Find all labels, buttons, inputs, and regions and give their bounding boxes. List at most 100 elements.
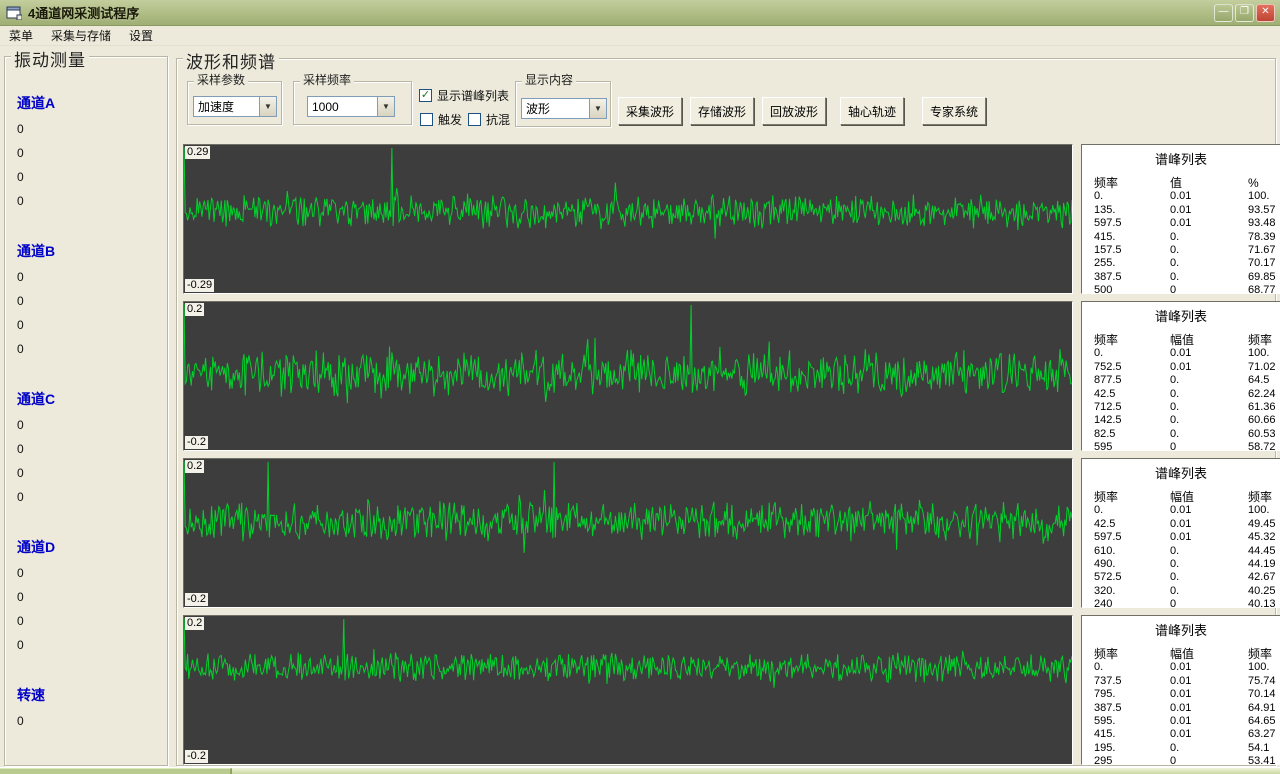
peak-cell: 597.5 (1094, 531, 1122, 544)
close-button[interactable]: ✕ (1256, 3, 1275, 22)
peak-col-header: 幅值 (1170, 333, 1195, 347)
peak-cell: 0 (1170, 598, 1177, 608)
peak-col-header: 频率 (1248, 333, 1273, 347)
peak-col-header: 频率 (1248, 647, 1273, 661)
y-max-label: 0.29 (185, 146, 211, 159)
peak-cell: 0.01 (1170, 360, 1192, 373)
menu-item[interactable]: 设置 (120, 25, 162, 46)
peak-list-rows: 0. 0.01 100. 135. 0.01 93.57 597.5 0.01 93.48 415… (1082, 190, 1280, 293)
restore-button[interactable]: ❐ (1235, 3, 1254, 22)
channel-label: 转速 (17, 687, 45, 703)
tool-button-1[interactable]: 采集波形 (618, 97, 682, 125)
menu-item[interactable]: 采集与存储 (42, 25, 120, 46)
checkbox-empty-icon[interactable] (420, 113, 433, 126)
sample-param-select[interactable]: 加速度 ▼ (193, 96, 277, 117)
peak-cell: 387.5 (1094, 270, 1122, 283)
peak-row: 415. 0.01 63.27 (1082, 728, 1280, 741)
peak-row: 142.5 0. 60.66 (1082, 414, 1280, 427)
peak-cell: 387.5 (1094, 701, 1122, 714)
vibration-measure-group: 振动测量 通道A 0 0 0 0 通道B 0 0 0 0 通道C 0 0 0 0 通道D 0 0 0 0… (4, 46, 168, 766)
chart-row: 0.2 -0.2 谱峰列表 频率 幅值 频率 0. 0.01 100. 752.5 0.01… (183, 301, 1280, 451)
peak-row: 597.5 0.01 45.32 (1082, 531, 1280, 544)
peak-cell: 712.5 (1094, 401, 1122, 414)
peak-cell: 0.01 (1170, 688, 1192, 701)
tool-button-5[interactable]: 专家系统 (922, 97, 986, 125)
peak-cell: 0. (1094, 347, 1104, 360)
peak-cell: 49.45 (1248, 517, 1276, 530)
peak-list-headers: 频率 值% (1082, 176, 1280, 190)
peak-row: 610. 0. 44.45 (1082, 545, 1280, 558)
peak-list-panel: 谱峰列表 频率值% 0. 0.01 100. 135. 0.01 93.57 597.5 0.… (1081, 144, 1280, 294)
sample-rate-value: 1000 (312, 99, 339, 114)
channel-label: 通道D (17, 539, 56, 555)
peak-cell: 795. (1094, 688, 1116, 701)
antialias-checkbox[interactable]: 抗混 (468, 111, 510, 128)
peak-cell: 100. (1248, 190, 1270, 203)
peak-cell: 0. (1170, 230, 1180, 243)
sample-rate-group: 采样频率 1000 ▼ (293, 71, 412, 125)
channel-value: 0 (17, 442, 24, 456)
peak-row: 415. 0. 78.39 (1082, 231, 1280, 244)
peak-cell: 0.01 (1170, 701, 1192, 714)
peak-cell: 255. (1094, 257, 1116, 270)
peak-cell: 0.01 (1170, 203, 1192, 216)
show-peaks-checkbox[interactable]: ✓ 显示谱峰列表 (419, 87, 509, 104)
tool-button-4[interactable]: 轴心轨迹 (840, 97, 904, 125)
peak-cell: 62.24 (1248, 387, 1276, 400)
checkbox-check-icon[interactable]: ✓ (419, 89, 432, 102)
channel-value: 0 (17, 342, 24, 356)
y-min-label: -0.2 (185, 750, 208, 763)
peak-cell: 60.53 (1248, 427, 1276, 440)
peak-cell: 0.01 (1170, 728, 1192, 741)
channel-value: 0 (17, 170, 24, 184)
taskbar-start-segment[interactable] (0, 768, 232, 774)
tool-button-2[interactable]: 存储波形 (690, 97, 754, 125)
window-title: 4通道网采测试程序 (28, 6, 140, 21)
peak-cell: 595. (1094, 715, 1116, 728)
peak-cell: 0. (1170, 387, 1180, 400)
peak-cell: 0. (1170, 427, 1180, 440)
y-min-label: -0.2 (185, 436, 208, 449)
peak-cell: 0 (1170, 441, 1177, 451)
peak-cell: 610. (1094, 544, 1116, 557)
peak-cell: 100. (1248, 347, 1270, 360)
trigger-checkbox[interactable]: 触发 (420, 111, 462, 128)
peak-cell: 75.74 (1248, 674, 1276, 687)
peak-cell: 0.01 (1170, 217, 1192, 230)
waveform-plot: 0.29 -0.29 (183, 144, 1073, 294)
peak-cell: 135. (1094, 203, 1116, 216)
display-content-select[interactable]: 波形 ▼ (521, 98, 607, 119)
minimize-button[interactable]: — (1214, 3, 1233, 22)
chevron-down-icon[interactable]: ▼ (589, 99, 606, 118)
peak-row: 320. 0. 40.25 (1082, 585, 1280, 598)
channel-value: 0 (17, 490, 24, 504)
waveform-plot: 0.2 -0.2 (183, 615, 1073, 765)
peak-list-title: 谱峰列表 (1154, 466, 1207, 481)
peak-list-title: 谱峰列表 (1154, 623, 1207, 638)
sample-rate-select[interactable]: 1000 ▼ (307, 96, 395, 117)
peak-row: 135. 0.01 93.57 (1082, 204, 1280, 217)
peak-list-rows: 0. 0.01 100. 42.5 0.01 49.45 597.5 0.01 45.32 610… (1082, 504, 1280, 608)
peak-cell: 100. (1248, 504, 1270, 517)
peak-cell: 0. (1170, 741, 1180, 754)
taskbar-strip[interactable] (0, 767, 1280, 774)
peak-col-header: 幅值 (1170, 490, 1195, 504)
y-min-label: -0.29 (185, 279, 215, 292)
peak-col-header: 值 (1170, 176, 1183, 190)
channel-value: 0 (17, 194, 24, 208)
peak-row: 240 0 40.13 (1082, 598, 1280, 608)
peak-list-rows: 0. 0.01 100. 752.5 0.01 71.02 877.5 0. 64.5 42.5 0… (1082, 347, 1280, 451)
peak-cell: 0. (1094, 190, 1104, 203)
chevron-down-icon[interactable]: ▼ (377, 97, 394, 116)
peak-cell: 70.17 (1248, 257, 1276, 270)
tool-button-3[interactable]: 回放波形 (762, 97, 826, 125)
menu-item[interactable]: 菜单 (0, 25, 42, 46)
peak-row: 82.5 0. 60.53 (1082, 428, 1280, 441)
checkbox-empty-icon[interactable] (468, 113, 481, 126)
display-content-label: 显示内容 (522, 71, 577, 88)
peak-list-rows: 0. 0.01 100. 737.5 0.01 75.74 795. 0.01 70.14 387… (1082, 661, 1280, 765)
chevron-down-icon[interactable]: ▼ (259, 97, 276, 116)
peak-cell: 53.41 (1248, 755, 1276, 765)
peak-cell: 0.01 (1170, 531, 1192, 544)
peak-row: 0. 0.01 100. (1082, 661, 1280, 674)
